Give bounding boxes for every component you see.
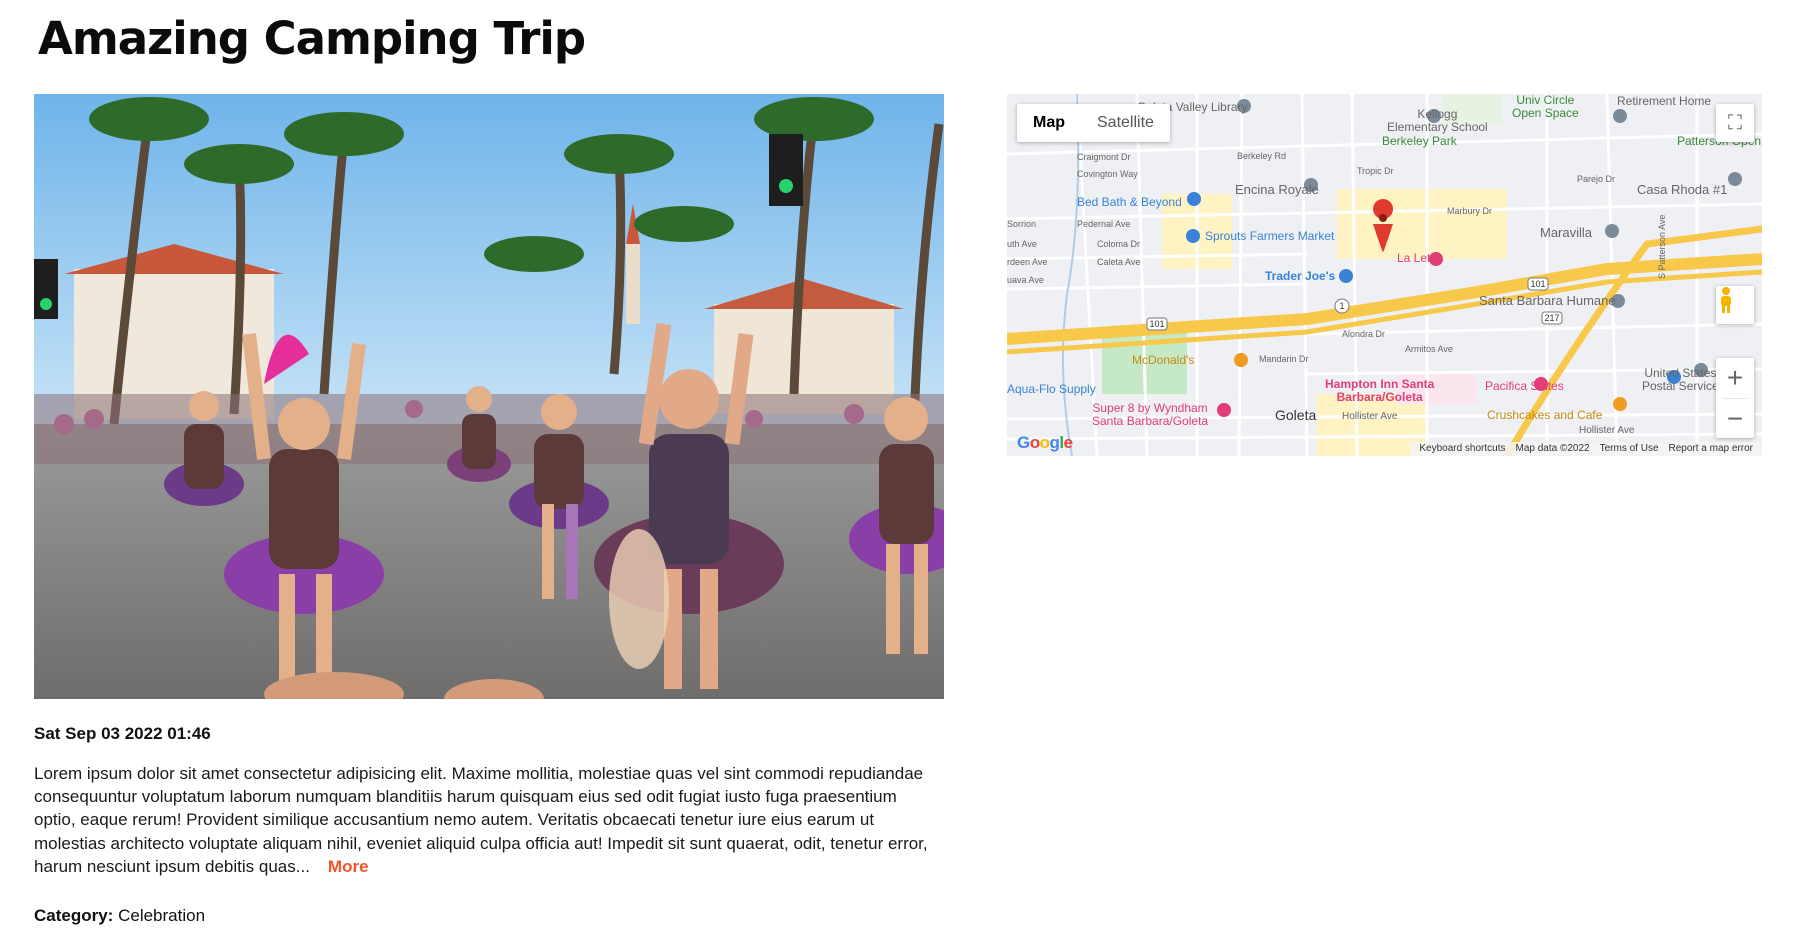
label-mcdonalds: McDonald's — [1132, 353, 1195, 367]
map-type-satellite-button[interactable]: Satellite — [1081, 104, 1170, 142]
street-view-pegman[interactable] — [1716, 286, 1754, 324]
label-hollister-ave-a: Hollister Ave — [1342, 411, 1398, 422]
fullscreen-button[interactable]: ⛶ — [1716, 104, 1754, 142]
post-category: Category: Celebration — [34, 906, 205, 926]
hwy101-label-a: 101 — [1149, 319, 1164, 329]
label-armitos: Armitos Ave — [1405, 344, 1453, 354]
label-casa-rhoda: Casa Rhoda #1 — [1637, 182, 1728, 197]
label-sprouts: Sprouts Farmers Market — [1205, 229, 1335, 243]
label-tropic: Tropic Dr — [1357, 166, 1394, 176]
label-mandarin: Mandarin Dr — [1259, 354, 1309, 364]
label-berkeley-rd: Berkeley Rd — [1237, 151, 1287, 161]
label-trader-joes: Trader Joe's — [1265, 269, 1336, 283]
label-hampton: Hampton Inn Santa Barbara/Goleta — [1325, 377, 1435, 404]
hwy101-label-b: 101 — [1530, 279, 1545, 289]
event-photo — [34, 94, 944, 699]
label-crushcakes: Crushcakes and Cafe — [1487, 408, 1603, 422]
label-caleta: Caleta Ave — [1097, 257, 1141, 267]
label-super8: Super 8 by Wyndham Santa Barbara/Goleta — [1092, 401, 1209, 428]
label-maravilla: Maravilla — [1540, 225, 1593, 240]
label-kellogg: Kellogg Elementary School — [1387, 107, 1488, 134]
keyboard-shortcuts-link[interactable]: Keyboard shortcuts — [1419, 442, 1505, 456]
label-coloma: Coloma Dr — [1097, 239, 1141, 249]
report-error-link[interactable]: Report a map error — [1669, 442, 1753, 456]
label-craigmont: Craigmont Dr — [1077, 152, 1131, 162]
label-hollister-ave-b: Hollister Ave — [1579, 425, 1635, 436]
label-encina: Encina Royale — [1235, 182, 1319, 197]
more-link[interactable]: More — [328, 857, 369, 876]
label-usps: United States Postal Service — [1642, 366, 1719, 393]
terms-link[interactable]: Terms of Use — [1600, 442, 1659, 456]
label-s-patterson: S Patterson Ave — [1657, 214, 1667, 279]
label-berkeley-park: Berkeley Park — [1382, 134, 1457, 148]
label-aqua-flo: Aqua-Flo Supply — [1007, 382, 1096, 396]
hwy217-label: 217 — [1544, 313, 1559, 323]
label-sb-humane: Santa Barbara Humane — [1479, 293, 1616, 308]
label-uava: uava Ave — [1007, 275, 1044, 285]
post-date: Sat Sep 03 2022 01:46 — [34, 724, 211, 743]
map-type-map-button[interactable]: Map — [1017, 104, 1081, 142]
label-retirement-home: Retirement Home — [1617, 94, 1712, 108]
label-alondra: Alondra Dr — [1342, 329, 1386, 339]
zoom-in-button[interactable]: + — [1716, 358, 1754, 398]
label-rdeen: rdeen Ave — [1007, 257, 1048, 267]
description-text: Lorem ipsum dolor sit amet consectetur a… — [34, 764, 928, 876]
category-value: Celebration — [118, 906, 206, 925]
fullscreen-icon: ⛶ — [1728, 111, 1742, 134]
zoom-control: + − — [1716, 358, 1754, 438]
label-uth-ave: uth Ave — [1007, 239, 1037, 249]
pegman-icon — [1721, 287, 1731, 313]
label-leta: La Leta — [1397, 251, 1438, 265]
map-type-control: Map Satellite — [1017, 104, 1170, 142]
label-parejo: Parejo Dr — [1577, 174, 1616, 184]
label-goleta: Goleta — [1275, 407, 1317, 423]
google-logo[interactable]: Google — [1017, 433, 1073, 453]
label-bed-bath: Bed Bath & Beyond — [1077, 195, 1182, 209]
map-attribution: Keyboard shortcuts Map data ©2022 Terms … — [1410, 442, 1762, 456]
page-title: Amazing Camping Trip — [38, 12, 586, 65]
label-pacifica: Pacifica Suites — [1485, 379, 1564, 393]
label-sorrion: Sorrion — [1007, 219, 1037, 229]
hwy1-label: 1 — [1339, 301, 1344, 311]
zoom-out-button[interactable]: − — [1716, 399, 1754, 439]
label-covington: Covington Way — [1077, 169, 1138, 179]
location-map[interactable]: 101 101 1 217 Goleta Valley Library Univ… — [1007, 94, 1762, 456]
map-data-text: Map data ©2022 — [1515, 443, 1590, 454]
label-pedernal: Pedernal Ave — [1077, 219, 1131, 229]
category-label: Category: — [34, 906, 114, 925]
label-univ-circle: Univ Circle Open Space — [1512, 94, 1579, 120]
label-marbury: Marbury Dr — [1447, 206, 1493, 216]
post-description: Lorem ipsum dolor sit amet consectetur a… — [34, 762, 934, 878]
